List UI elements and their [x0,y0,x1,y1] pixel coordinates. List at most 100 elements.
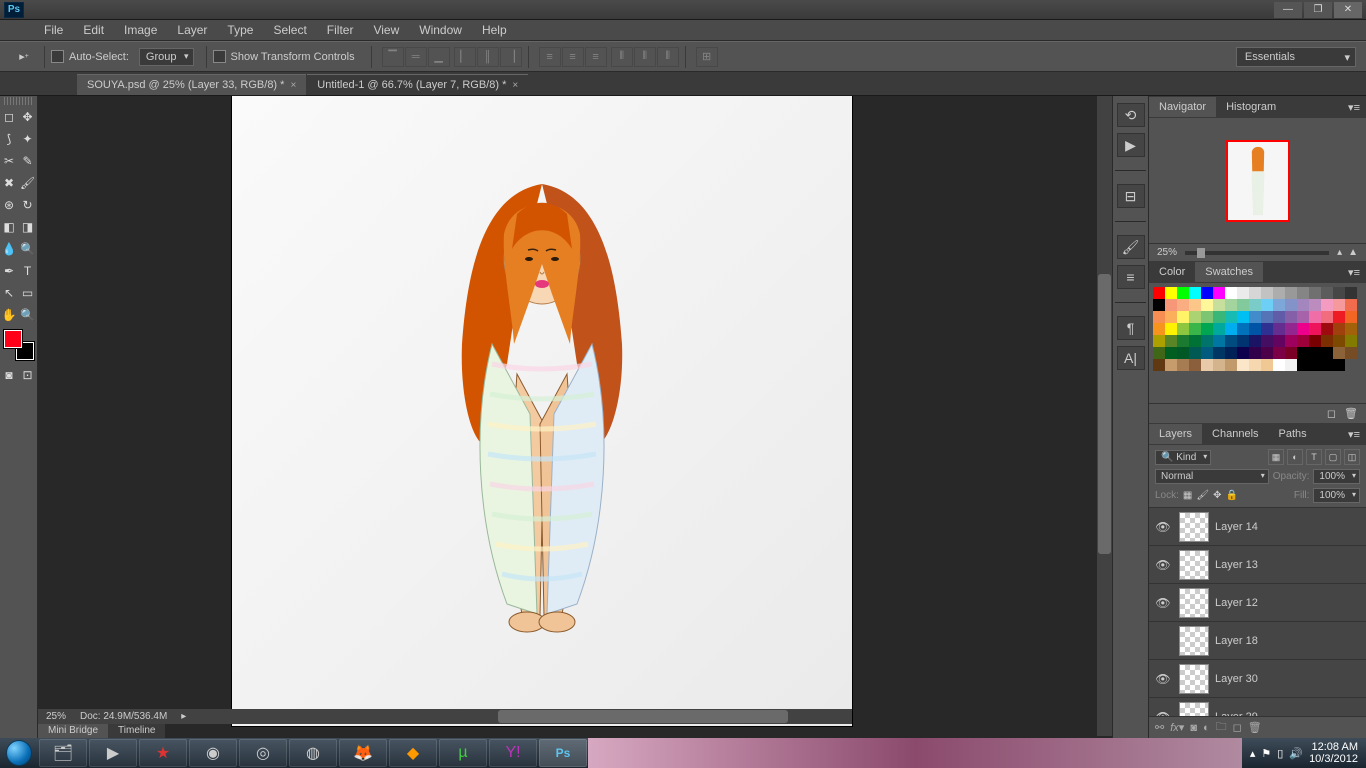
system-tray[interactable]: ▴ ⚑ ▯ 🔊 12:08 AM 10/3/2012 [1242,741,1366,765]
swatches-menu-icon[interactable]: ▾≡ [1342,266,1366,279]
utorrent-taskbar-icon[interactable]: µ [439,739,487,767]
swatch[interactable] [1237,335,1249,347]
swatch[interactable] [1309,359,1321,371]
swatch[interactable] [1213,311,1225,323]
mediaplayer-taskbar-icon[interactable]: ▶ [89,739,137,767]
dist-top-icon[interactable]: ≡ [539,47,561,67]
layer-name[interactable]: Layer 18 [1215,635,1258,647]
swatch[interactable] [1321,299,1333,311]
swatch[interactable] [1309,311,1321,323]
swatch[interactable] [1285,287,1297,299]
swatch[interactable] [1321,335,1333,347]
swatch[interactable] [1189,287,1201,299]
taskbar-clock[interactable]: 12:08 AM 10/3/2012 [1309,741,1358,765]
layer-row[interactable]: 👁Layer 13 [1149,546,1366,584]
layer-mask-icon[interactable]: ◙ [1190,722,1197,734]
navigator-zoom[interactable]: 25% [1157,247,1177,258]
explorer-taskbar-icon[interactable]: 🗂 [39,739,87,767]
swatch[interactable] [1201,311,1213,323]
swatch[interactable] [1189,347,1201,359]
swatch[interactable] [1309,347,1321,359]
yahoo-taskbar-icon[interactable]: Y! [489,739,537,767]
align-bottom-icon[interactable]: ▁ [428,47,450,67]
menu-edit[interactable]: Edit [73,20,114,40]
layer-row[interactable]: 👁Layer 29 [1149,698,1366,716]
swatch[interactable] [1213,287,1225,299]
swatch[interactable] [1225,323,1237,335]
swatch[interactable] [1345,347,1357,359]
channels-tab[interactable]: Channels [1202,424,1268,444]
swatch[interactable] [1297,311,1309,323]
menu-help[interactable]: Help [472,20,517,40]
screenmode-tool[interactable]: ⊡ [20,365,36,385]
swatch[interactable] [1321,323,1333,335]
swatch[interactable] [1237,299,1249,311]
swatch[interactable] [1201,359,1213,371]
layer-filter-kind[interactable]: 🔍 Kind [1155,450,1211,465]
swatch[interactable] [1177,335,1189,347]
swatch[interactable] [1165,299,1177,311]
visibility-toggle[interactable]: 👁 [1153,558,1173,572]
swatch[interactable] [1309,287,1321,299]
photoshop-taskbar-icon[interactable]: Ps [539,739,587,767]
swatch[interactable] [1333,287,1345,299]
swatch[interactable] [1249,299,1261,311]
dist-left-icon[interactable]: ⦀ [611,47,633,67]
swatch[interactable] [1309,299,1321,311]
dodge-tool[interactable]: 🔍 [20,239,36,259]
align-top-icon[interactable]: ▔ [382,47,404,67]
layer-row[interactable]: Layer 18 [1149,622,1366,660]
swatch[interactable] [1225,359,1237,371]
brushpresets-panel-icon[interactable]: ≡ [1117,265,1145,289]
navigator-zoom-in-icon[interactable]: ▲ [1348,247,1358,258]
filter-pixel-icon[interactable]: ▦ [1268,449,1284,465]
filter-adjust-icon[interactable]: ◐ [1287,449,1303,465]
swatch[interactable] [1237,323,1249,335]
menu-file[interactable]: File [34,20,73,40]
swatch[interactable] [1153,359,1165,371]
swatch[interactable] [1225,299,1237,311]
navigator-panel[interactable] [1149,118,1366,243]
layers-menu-icon[interactable]: ▾≡ [1342,428,1366,441]
swatch[interactable] [1201,287,1213,299]
swatch[interactable] [1201,299,1213,311]
swatch[interactable] [1285,347,1297,359]
swatch[interactable] [1333,359,1345,371]
tray-flag-icon[interactable]: ⚑ [1261,747,1271,760]
swatch[interactable] [1189,335,1201,347]
swatch[interactable] [1333,311,1345,323]
swatch[interactable] [1249,335,1261,347]
align-right-icon[interactable]: ▕ [500,47,522,67]
tray-arrow-icon[interactable]: ▴ [1250,747,1256,760]
history-brush-tool[interactable]: ↻ [20,195,36,215]
swatch[interactable] [1297,287,1309,299]
dist-vcenter-icon[interactable]: ≡ [562,47,584,67]
layer-name[interactable]: Layer 30 [1215,673,1258,685]
swatch[interactable] [1285,299,1297,311]
swatch[interactable] [1213,323,1225,335]
swatch[interactable] [1165,359,1177,371]
dist-hcenter-icon[interactable]: ⦀ [634,47,656,67]
wand-tool[interactable]: ✦ [20,129,36,149]
layer-thumbnail[interactable] [1179,512,1209,542]
chrome-taskbar-icon[interactable]: ◉ [189,739,237,767]
quickmask-tool[interactable]: ◙ [1,365,17,385]
swatch[interactable] [1237,347,1249,359]
fg-color[interactable] [4,330,22,348]
lock-position-icon[interactable]: ✥ [1213,490,1221,501]
swatch[interactable] [1153,311,1165,323]
properties-panel-icon[interactable]: ⊟ [1117,184,1145,208]
workspace-selector[interactable]: Essentials [1236,47,1356,67]
swatch[interactable] [1345,311,1357,323]
dist-right-icon[interactable]: ⦀ [657,47,679,67]
swatch[interactable] [1273,323,1285,335]
swatch[interactable] [1345,323,1357,335]
swatch[interactable] [1261,359,1273,371]
vertical-scrollbar[interactable] [1097,96,1112,736]
swatch[interactable] [1297,359,1309,371]
swatch[interactable] [1201,335,1213,347]
swatch[interactable] [1153,335,1165,347]
swatch[interactable] [1273,299,1285,311]
blur-tool[interactable]: 💧 [1,239,17,259]
swatch[interactable] [1261,335,1273,347]
